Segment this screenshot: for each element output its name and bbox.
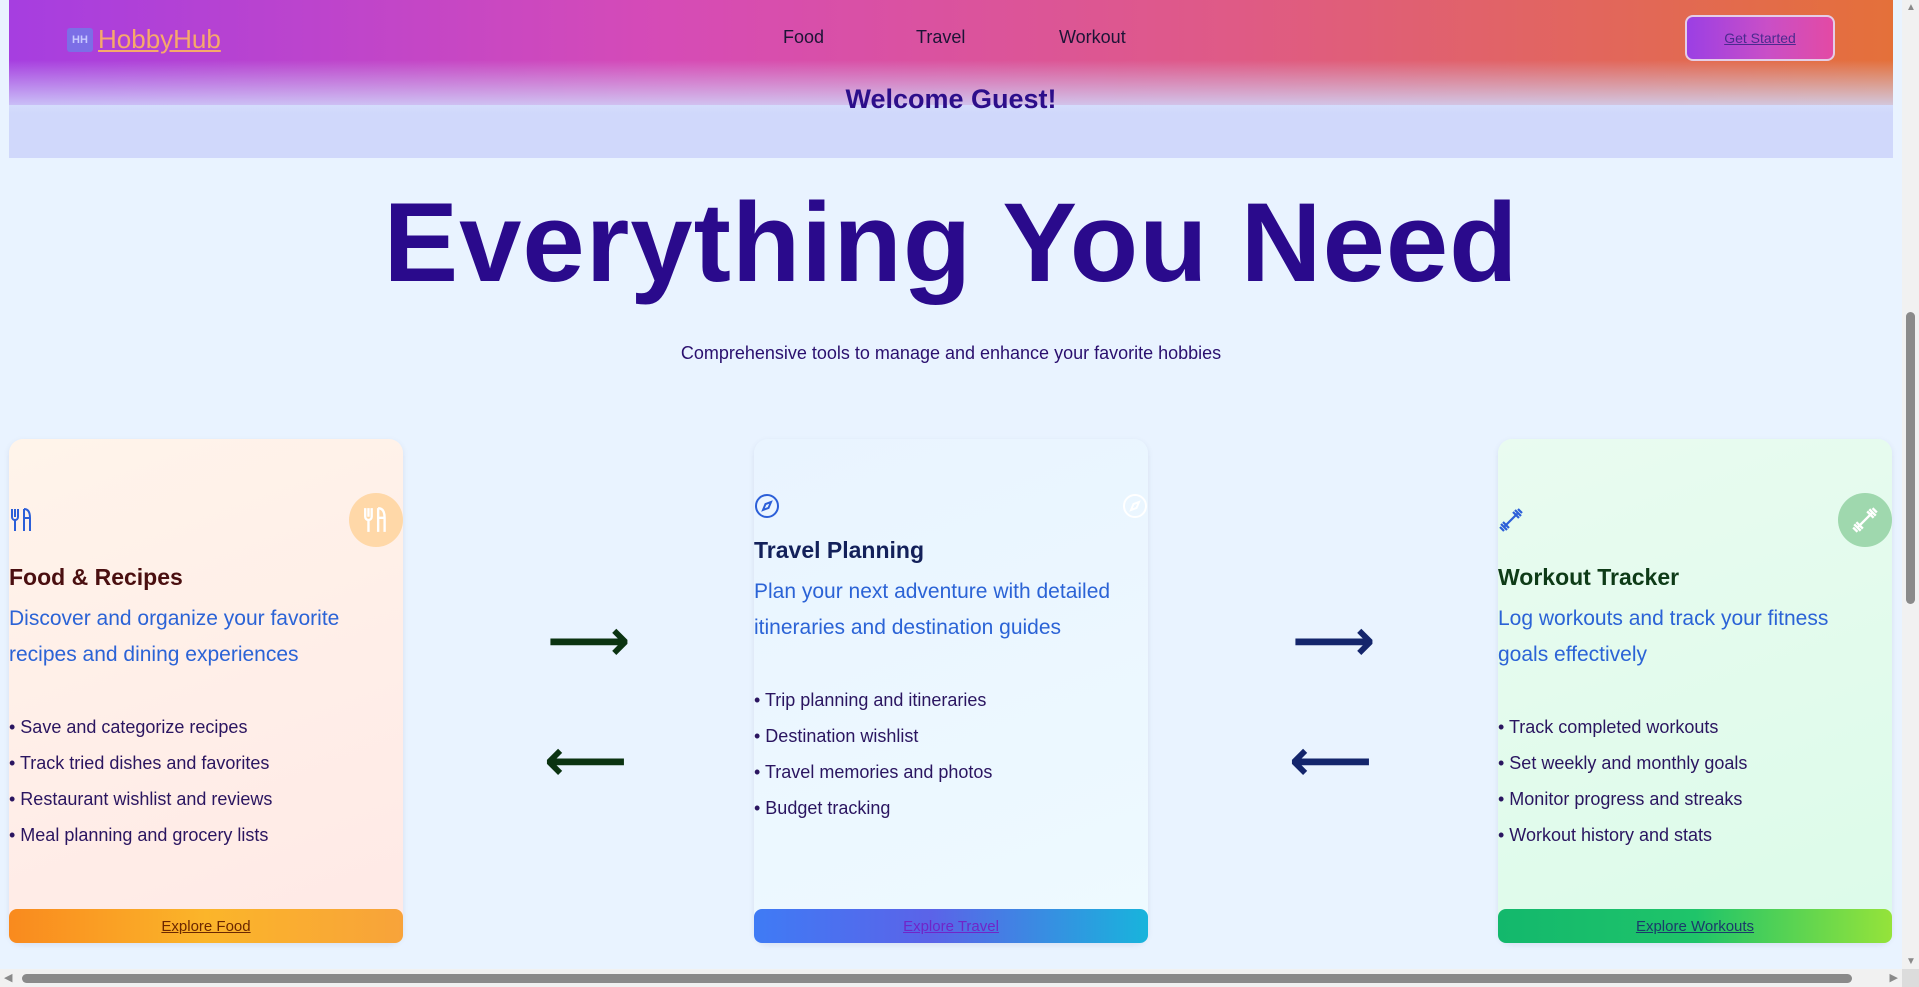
feature-item: • Destination wishlist bbox=[754, 726, 919, 746]
feature-item: • Travel memories and photos bbox=[754, 762, 993, 782]
feature-list: • Save and categorize recipes • Track tr… bbox=[9, 709, 272, 853]
scroll-up-icon[interactable]: ▲ bbox=[1906, 2, 1916, 13]
explore-workouts-button[interactable]: Explore Workouts bbox=[1498, 909, 1892, 943]
logo[interactable]: HH HobbyHub bbox=[67, 24, 221, 55]
card-title: Workout Tracker bbox=[1498, 564, 1680, 590]
feature-item: • Track tried dishes and favorites bbox=[9, 753, 270, 773]
dumbbell-icon bbox=[1498, 507, 1524, 533]
feature-list: • Trip planning and itineraries • Destin… bbox=[754, 682, 992, 826]
feature-item: • Monitor progress and streaks bbox=[1498, 789, 1743, 809]
explore-food-button[interactable]: Explore Food bbox=[9, 909, 403, 943]
vertical-scrollbar[interactable]: ▲ ▼ bbox=[1902, 0, 1919, 969]
explore-travel-button[interactable]: Explore Travel bbox=[754, 909, 1148, 943]
feature-list: • Track completed workouts • Set weekly … bbox=[1498, 709, 1747, 853]
dumbbell-badge-icon bbox=[1838, 493, 1892, 547]
feature-item: • Trip planning and itineraries bbox=[754, 690, 987, 710]
scroll-left-icon[interactable]: ◀ bbox=[4, 971, 12, 984]
fork-knife-badge-icon bbox=[349, 493, 403, 547]
card-title: Travel Planning bbox=[754, 537, 924, 563]
card-description: Plan your next adventure with detailed i… bbox=[754, 580, 1111, 639]
hero-subtitle: Comprehensive tools to manage and enhanc… bbox=[680, 343, 1222, 363]
card-description: Log workouts and track your fitness goal… bbox=[1498, 607, 1829, 666]
workout-card: Workout Tracker Log workouts and track y… bbox=[1498, 439, 1892, 943]
feature-item: • Budget tracking bbox=[754, 798, 891, 818]
arrow-left-icon: ⟵ bbox=[1289, 728, 1373, 793]
horizontal-scrollbar[interactable]: ◀ ▶ bbox=[0, 969, 1902, 987]
feature-item: • Set weekly and monthly goals bbox=[1498, 753, 1748, 773]
travel-card: Travel Planning Plan your next adventure… bbox=[754, 439, 1148, 943]
nav-travel[interactable]: Travel bbox=[916, 27, 965, 48]
compass-icon bbox=[754, 493, 780, 519]
arrow-right-icon: ⟶ bbox=[547, 608, 631, 673]
card-title: Food & Recipes bbox=[9, 564, 183, 590]
vertical-scroll-thumb[interactable] bbox=[1906, 312, 1915, 604]
hero-title: Everything You Need bbox=[383, 180, 1519, 305]
fork-knife-icon bbox=[9, 507, 35, 533]
feature-item: • Restaurant wishlist and reviews bbox=[9, 789, 273, 809]
horizontal-scroll-thumb[interactable] bbox=[22, 974, 1852, 983]
logo-icon: HH bbox=[67, 27, 93, 52]
page: HH HobbyHub Food Travel Workout Get Star… bbox=[9, 0, 1893, 987]
card-description: Discover and organize your favorite reci… bbox=[9, 607, 340, 666]
logo-text[interactable]: HobbyHub bbox=[98, 24, 221, 55]
nav-workout[interactable]: Workout bbox=[1059, 27, 1159, 48]
welcome-message: Welcome Guest! bbox=[845, 84, 1057, 114]
nav-food[interactable]: Food bbox=[783, 27, 824, 48]
food-card: Food & Recipes Discover and organize you… bbox=[9, 439, 403, 943]
compass-badge-icon bbox=[1108, 479, 1162, 533]
feature-item: • Workout history and stats bbox=[1498, 825, 1713, 845]
feature-item: • Track completed workouts bbox=[1498, 717, 1719, 737]
feature-item: • Meal planning and grocery lists bbox=[9, 825, 269, 845]
get-started-button[interactable]: Get Started bbox=[1685, 15, 1835, 61]
arrow-left-icon: ⟵ bbox=[544, 728, 628, 793]
site-header: HH HobbyHub Food Travel Workout Get Star… bbox=[9, 0, 1893, 158]
arrow-right-icon: ⟶ bbox=[1292, 608, 1376, 673]
feature-item: • Save and categorize recipes bbox=[9, 717, 248, 737]
scroll-right-icon[interactable]: ▶ bbox=[1890, 971, 1898, 984]
scroll-down-icon[interactable]: ▼ bbox=[1906, 956, 1916, 967]
scrollbar-corner bbox=[1902, 969, 1919, 987]
